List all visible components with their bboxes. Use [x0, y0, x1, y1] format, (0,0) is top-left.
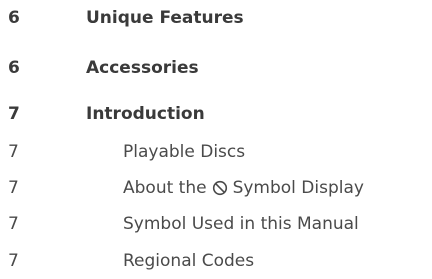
- table-of-contents: 6 Unique Features 6 Accessories 7 Introd…: [0, 0, 432, 279]
- toc-entry-playable-discs[interactable]: 7 Playable Discs: [0, 136, 432, 168]
- toc-entry-title: Playable Discs: [123, 142, 246, 162]
- toc-entry-title: Introduction: [86, 104, 205, 124]
- toc-entry-introduction[interactable]: 7 Introduction: [0, 98, 432, 130]
- toc-entry-symbol-used[interactable]: 7 Symbol Used in this Manual: [0, 208, 432, 240]
- toc-page-number: 7: [8, 214, 19, 234]
- prohibition-symbol-icon: [212, 180, 227, 196]
- toc-entry-title: Regional Codes: [123, 251, 255, 271]
- toc-page-number: 6: [8, 58, 20, 78]
- toc-title-text-after: Symbol Display: [232, 178, 364, 198]
- toc-title-text-before: About the: [123, 178, 207, 198]
- toc-entry-title: Accessories: [86, 58, 199, 78]
- toc-page-number: 6: [8, 8, 20, 28]
- toc-entry-regional-codes[interactable]: 7 Regional Codes: [0, 245, 432, 277]
- toc-entry-symbol-display[interactable]: 7 About the Symbol Display: [0, 172, 432, 204]
- toc-entry-title: Unique Features: [86, 8, 244, 28]
- toc-entry-title: About the Symbol Display: [123, 178, 364, 198]
- toc-entry-unique-features[interactable]: 6 Unique Features: [0, 2, 432, 34]
- toc-page-number: 7: [8, 104, 20, 124]
- toc-entry-accessories[interactable]: 6 Accessories: [0, 52, 432, 84]
- toc-page-number: 7: [8, 142, 19, 162]
- toc-page-number: 7: [8, 251, 19, 271]
- toc-entry-title: Symbol Used in this Manual: [123, 214, 359, 234]
- toc-page-number: 7: [8, 178, 19, 198]
